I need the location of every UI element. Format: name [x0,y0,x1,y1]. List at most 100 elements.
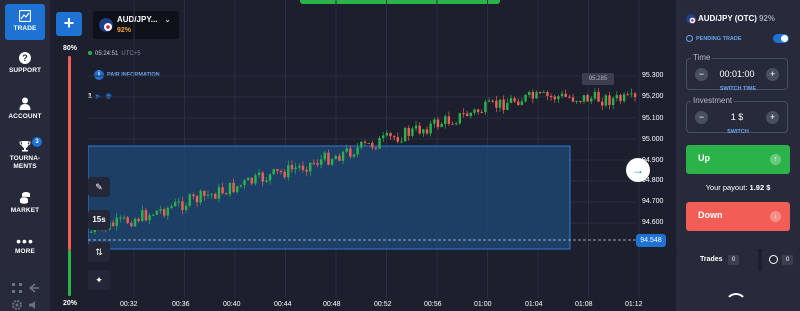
nav-account[interactable]: ACCOUNT [0,97,50,121]
candle [119,217,122,219]
sentiment-up-pct: 80% [63,45,78,52]
candle [225,193,228,195]
candle [352,154,356,157]
candle [622,94,626,102]
arrow-up-icon: ↑ [770,154,781,165]
candle [137,218,140,221]
plus-icon[interactable]: + [766,68,779,81]
nav-tournaments[interactable]: 3 TOURNA- MENTS [0,137,50,171]
candle [495,100,498,108]
candle [170,206,173,208]
candle [338,155,341,161]
investment-field-label: Investment [691,96,735,105]
candle [611,98,615,106]
candle [484,101,487,113]
price-tick: 94.700 [642,198,664,205]
time-tick: 00:40 [223,301,241,308]
draw-tool-button[interactable]: ✎ [88,177,110,197]
candle [590,98,593,102]
candle [327,152,330,165]
candle [159,209,162,211]
candle [111,222,115,226]
candle [374,147,378,149]
fullscreen-icon[interactable] [12,283,22,293]
up-label: Up [698,153,710,163]
candle [133,218,137,227]
candle [203,190,206,196]
candle [283,171,286,178]
candle [148,215,151,221]
plus-icon[interactable]: + [766,111,779,124]
tournaments-badge: 3 [32,137,42,147]
nav-market[interactable]: MARKET [0,191,50,215]
nav-more[interactable]: ••• MORE [0,234,50,256]
candle [312,162,316,164]
panel-asset-name: AUD/JPY (OTC) [698,14,757,24]
sentiment-down-pct: 20% [63,300,78,307]
candle [553,96,556,100]
nav-account-label: ACCOUNT [8,113,42,120]
candle [455,123,458,125]
candle [630,93,633,95]
toggle-knob [781,35,788,42]
candle [378,137,381,149]
candle [436,119,440,128]
logout-icon[interactable] [29,283,39,293]
candle [473,109,476,113]
candle [579,101,582,103]
candle [458,113,462,124]
candle [619,95,622,102]
candle [542,92,545,94]
time-tick: 01:08 [575,301,593,308]
candle [389,132,392,137]
up-button[interactable]: Up ↑ [686,145,790,174]
switch-currency-button[interactable]: SWITCH [676,129,800,135]
candle [575,101,578,103]
current-price: 94.548 [636,234,666,247]
tab-trades[interactable]: Trades 0 [676,249,758,271]
price-tick: 95.100 [642,115,664,122]
trades-section: Trades 0 0 [676,249,800,311]
price-tick: 94.600 [642,219,664,226]
price-tick: 94.800 [642,177,664,184]
question-icon: ? [19,52,31,64]
candle [385,132,389,136]
panel-asset[interactable]: AUD/JPY (OTC) 92% [686,14,775,24]
settings-icon[interactable] [12,300,22,310]
tools-button[interactable]: ✦ [88,270,110,290]
switch-time-button[interactable]: SWITCH TIME [676,86,800,92]
candle [130,222,133,227]
nav-trade[interactable]: TRADE [5,4,45,40]
price-chart[interactable] [88,0,670,311]
candle [480,112,483,114]
candle [557,96,560,100]
left-nav: TRADE ? SUPPORT ACCOUNT 3 TOURNA- MENTS … [0,0,50,311]
candle [228,182,232,195]
candle [367,142,370,144]
time-field-label: Time [691,53,713,62]
candle [287,165,290,178]
sound-icon[interactable] [29,300,39,310]
candle [400,141,403,143]
pending-trade-toggle[interactable] [773,34,789,43]
down-button[interactable]: Down ↓ [686,202,790,231]
sentiment-bar-down [68,56,71,250]
tab-history[interactable]: 0 [762,249,800,271]
nav-market-label: MARKET [10,207,40,214]
time-tick: 01:04 [525,301,543,308]
indicators-button[interactable]: ⇅ [88,242,110,262]
candle [345,148,348,152]
nav-support[interactable]: ? SUPPORT [0,52,50,75]
candle [528,92,531,95]
nav-more-label: MORE [15,248,35,255]
candle [294,167,297,170]
candle [360,141,363,148]
candle [608,95,611,106]
loading-spinner-icon [725,293,747,311]
timeframe-button[interactable]: 15s [88,210,110,230]
candle [601,101,604,106]
add-asset-button[interactable]: + [56,12,82,36]
candle [323,152,326,160]
candle [122,217,126,219]
candle [403,128,407,142]
